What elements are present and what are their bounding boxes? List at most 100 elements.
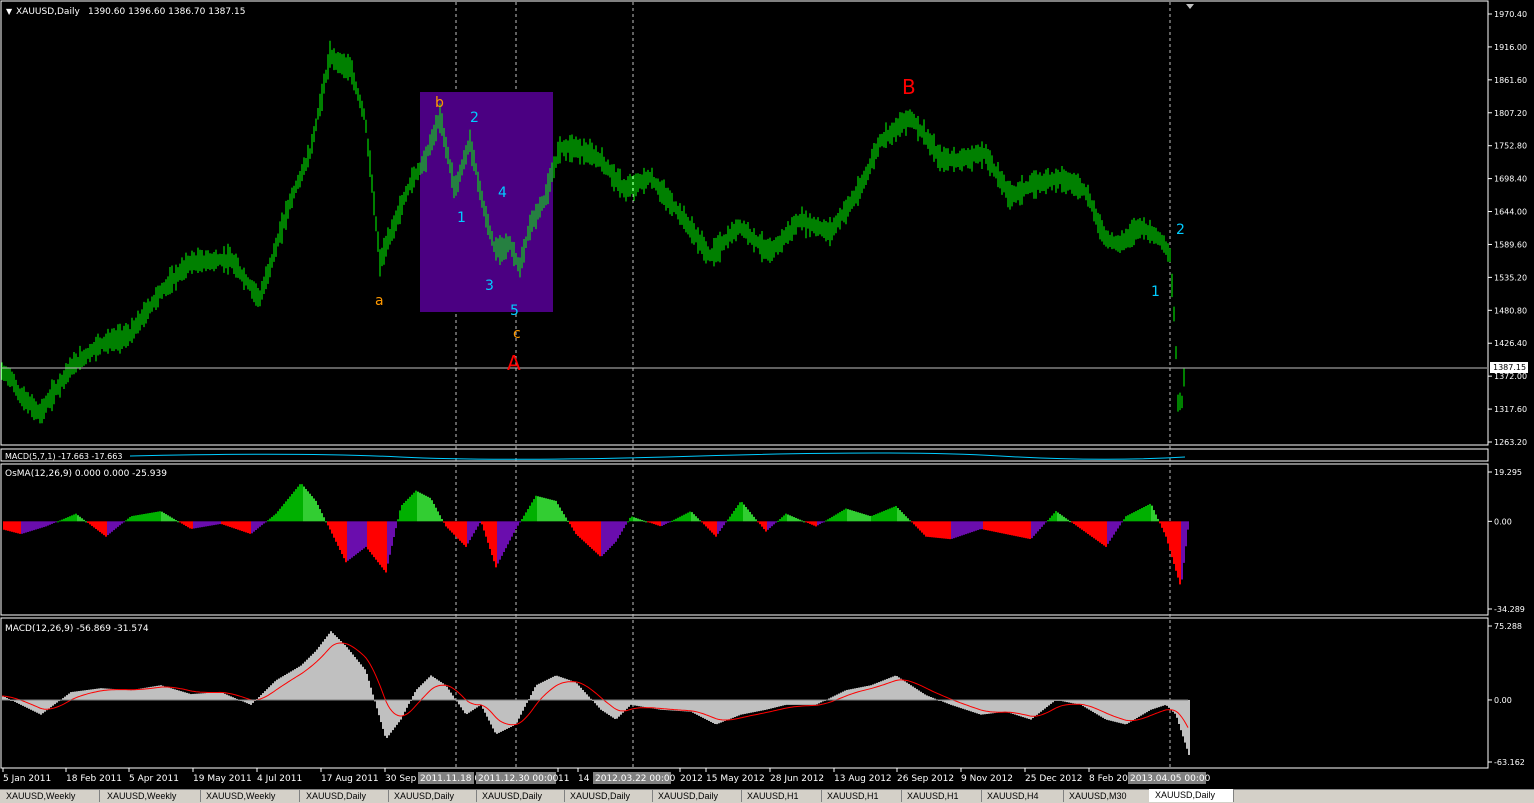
macd-bar [860, 687, 862, 700]
osma-bar [1095, 521, 1097, 540]
chart-tab[interactable]: XAUUSD,H1 [821, 790, 902, 802]
osma-bar [281, 506, 283, 522]
macd-bar [520, 699, 522, 715]
osma-bar [1179, 521, 1181, 585]
macd-bar [1136, 699, 1138, 719]
macd-bar [126, 689, 128, 700]
osma-bar [401, 504, 403, 522]
osma-bar [831, 516, 833, 522]
chart-tab[interactable]: XAUUSD,M30 [1063, 790, 1150, 802]
macd-bar [684, 699, 686, 712]
chart-tab[interactable]: XAUUSD,Daily [388, 790, 477, 802]
osma-bar [517, 521, 519, 526]
macd-bar [96, 688, 98, 700]
macd-bar [214, 692, 216, 700]
osma-bar [1133, 512, 1135, 522]
osma-bar [687, 512, 689, 522]
osma-bar [809, 521, 811, 524]
macd-bar [640, 699, 642, 707]
chart-tab[interactable]: XAUUSD,H1 [741, 790, 822, 802]
macd-bar [798, 699, 800, 705]
osma-bar [491, 521, 493, 556]
osma-bar [745, 507, 747, 522]
osma-bar [269, 518, 271, 522]
macd-bar [1032, 699, 1034, 719]
osma-bar [1097, 521, 1099, 542]
osma-bar [771, 521, 773, 527]
osma-bar [105, 521, 107, 537]
macd-bar [476, 699, 478, 708]
chart-tab[interactable]: XAUUSD,Daily [300, 790, 389, 802]
macd-bar [68, 693, 70, 700]
macd-bar [1004, 699, 1006, 712]
osma-bar [1075, 521, 1077, 526]
macd-bar [250, 699, 252, 705]
osma-bar [91, 521, 93, 526]
macd-bar [894, 675, 896, 700]
osma-bar [211, 521, 213, 526]
chart-tab[interactable]: XAUUSD,Weekly [0, 790, 100, 802]
ytick-label: 0.00 [1494, 696, 1512, 705]
macd-bar [992, 699, 994, 714]
osma-bar [653, 521, 655, 525]
osma-bar [395, 521, 397, 529]
osma-bar [601, 521, 603, 557]
osma-bar [1105, 521, 1107, 547]
macd-bar [1178, 699, 1180, 724]
wave-label-5: 5 [510, 303, 519, 319]
osma-bar [893, 506, 895, 522]
chart-tab[interactable]: XAUUSD,H4 [981, 790, 1064, 802]
osma-bar [255, 521, 257, 531]
chart-tab[interactable]: XAUUSD,Daily [652, 790, 742, 802]
osma-bar [385, 521, 387, 573]
osma-bar [431, 500, 433, 522]
osma-bar [989, 521, 991, 531]
scroll-marker-icon[interactable] [1186, 4, 1194, 9]
osma-bar [1029, 521, 1031, 540]
osma-bar [137, 515, 139, 522]
wave-label-1: 1 [457, 210, 466, 226]
osma-bar [267, 520, 269, 522]
osma-bar [301, 484, 303, 522]
osma-bar [683, 514, 685, 522]
macd-bar [596, 699, 598, 706]
osma-bar [1183, 521, 1185, 563]
osma-bar [765, 521, 767, 532]
osma-bar [617, 521, 619, 539]
osma-bar [773, 521, 775, 525]
osma-bar [377, 521, 379, 563]
chart-tab[interactable]: XAUUSD,Weekly [200, 790, 300, 802]
osma-bar [219, 521, 221, 525]
osma-bar [1033, 521, 1035, 536]
osma-bar [153, 512, 155, 522]
macd-bar [186, 692, 188, 700]
chart-tab[interactable]: XAUUSD,Daily [476, 790, 565, 802]
macd-bar [94, 688, 96, 700]
chart-tab[interactable]: XAUUSD,Weekly [101, 790, 201, 802]
macd-bar [294, 669, 296, 700]
macd-bar [122, 689, 124, 700]
osma-bar [405, 500, 407, 522]
macd-bar [924, 694, 926, 700]
osma-bar [143, 514, 145, 522]
osma-bar [1117, 521, 1119, 529]
macd-bar [304, 661, 306, 700]
osma-bar [475, 521, 477, 530]
price-yaxis: 1970.40 1916.00 1861.60 1807.20 1752.80 1698.… [1488, 10, 1527, 447]
macd-bar [190, 694, 192, 700]
osma-bar [389, 521, 391, 555]
chart-tab[interactable]: XAUUSD,Daily [564, 790, 653, 802]
osma-bar [433, 503, 435, 522]
macd-bar [302, 663, 304, 700]
macd-bar [1140, 699, 1142, 716]
osma-bar [955, 521, 957, 538]
osma-bar [509, 521, 511, 541]
osma-bar [393, 521, 395, 538]
chart-tab[interactable]: XAUUSD,Daily [1149, 789, 1234, 802]
osma-bar [1155, 514, 1157, 522]
osma-bar [93, 521, 95, 528]
wave-label-4: 4 [498, 185, 507, 201]
osma-bar [769, 521, 771, 528]
osma-bar [193, 521, 195, 529]
chart-tab[interactable]: XAUUSD,H1 [901, 790, 982, 802]
